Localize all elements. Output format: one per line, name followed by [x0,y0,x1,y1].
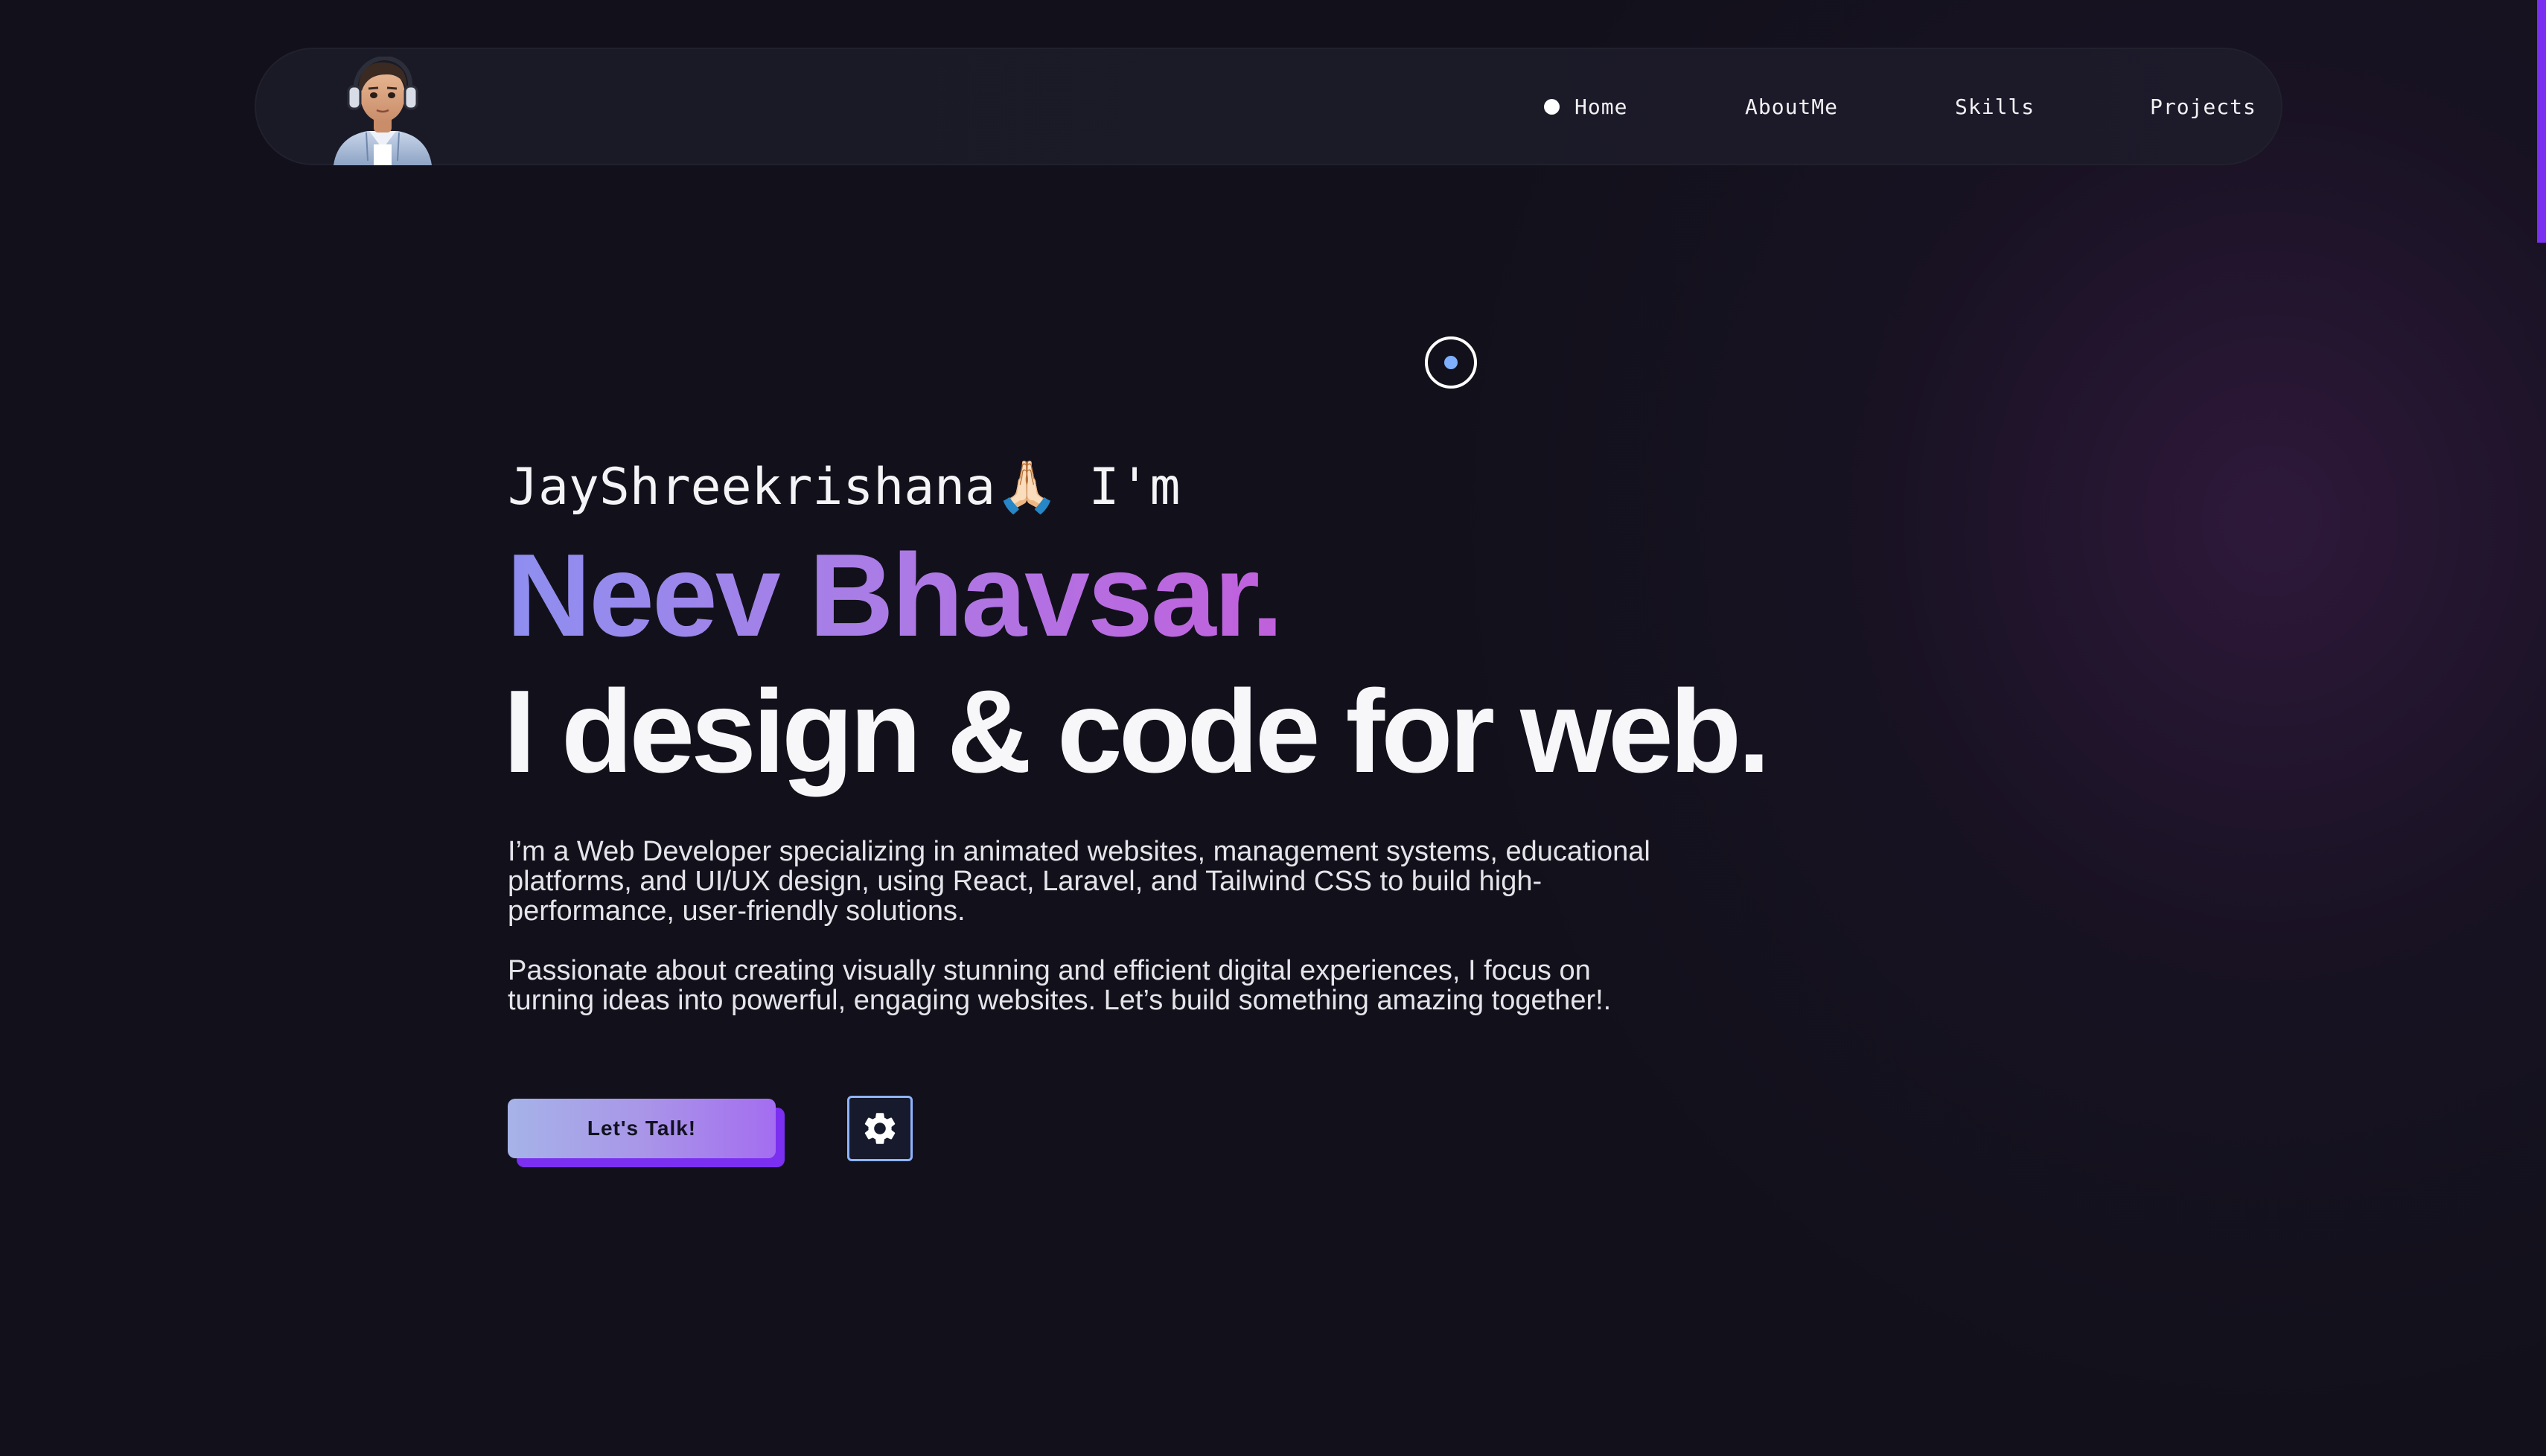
nav-skills[interactable]: Skills [1955,95,2035,119]
avatar[interactable] [331,55,435,165]
scrollbar-thumb[interactable] [2537,0,2546,243]
settings-button[interactable] [847,1096,913,1161]
hero-name: Neev Bhavsar. [506,530,1283,661]
lets-talk-button[interactable]: Let's Talk! [508,1099,776,1158]
gear-icon [864,1113,896,1144]
nav-aboutme[interactable]: AboutMe [1745,95,1838,119]
nav-home[interactable]: Home [1574,95,1627,119]
hero-tagline: I design & code for web. [503,666,1770,797]
avatar-illustration [334,55,432,165]
hero-passion-paragraph: Passionate about creating visually stunn… [508,955,1612,1016]
hero-intro-paragraph: I’m a Web Developer specializing in anim… [508,836,1650,927]
nav-active-indicator [1544,99,1560,115]
hero-greeting: JayShreekrishana🙏🏻 I'm [508,458,1181,517]
cursor-dot [1444,356,1458,369]
nav-projects[interactable]: Projects [2150,95,2256,119]
